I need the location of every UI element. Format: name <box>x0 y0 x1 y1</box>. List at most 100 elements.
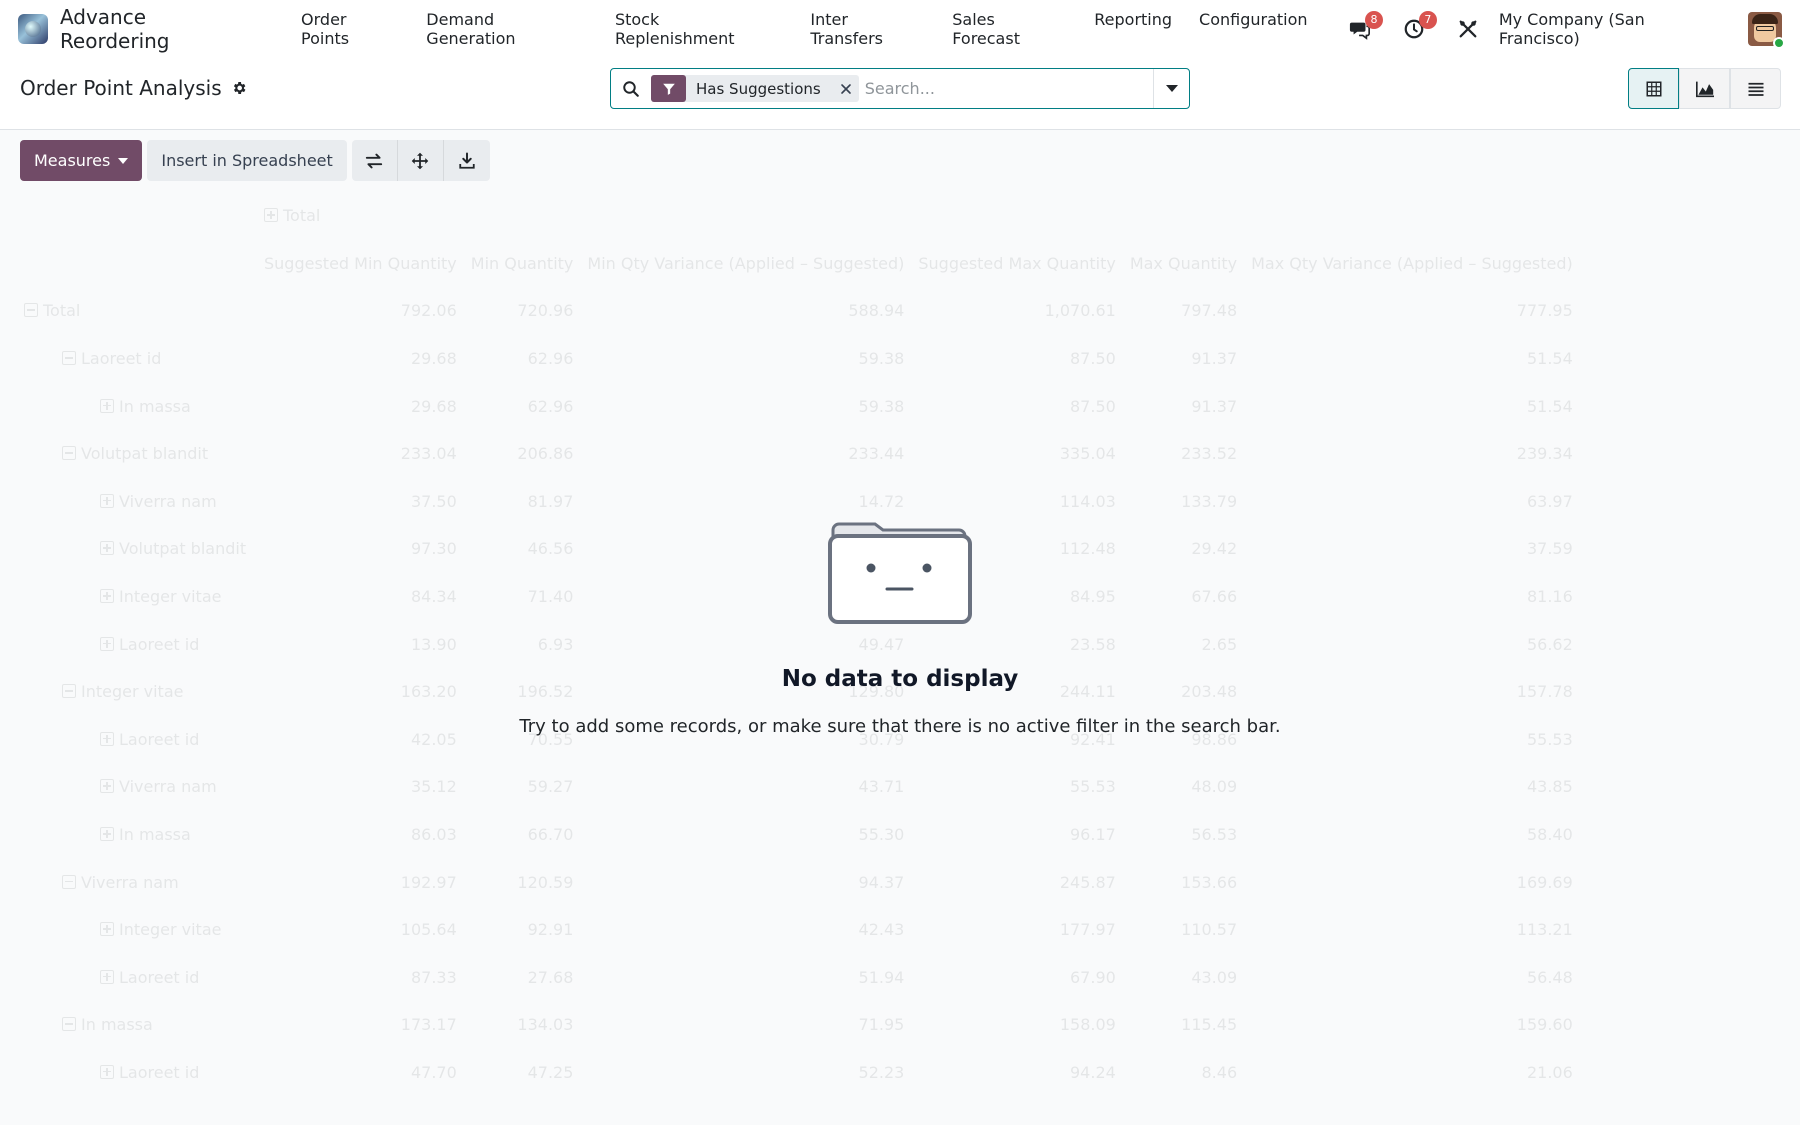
pivot-cell[interactable]: 91.37 <box>1130 335 1251 383</box>
pivot-cell[interactable]: 71.95 <box>587 1001 918 1049</box>
pivot-cell[interactable]: 233.52 <box>1130 430 1251 478</box>
pivot-cell[interactable]: 42.43 <box>587 906 918 954</box>
pivot-cell[interactable]: 51.94 <box>587 954 918 1002</box>
pivot-cell[interactable]: 51.54 <box>1251 335 1587 383</box>
pivot-cell[interactable]: 134.03 <box>471 1001 588 1049</box>
pivot-cell[interactable]: 56.48 <box>1251 954 1587 1002</box>
measure-header[interactable]: Suggested Max Quantity <box>918 240 1129 288</box>
pivot-cell[interactable]: 55.53 <box>918 763 1129 811</box>
measure-header[interactable]: Suggested Min Quantity <box>264 240 471 288</box>
pivot-cell[interactable]: 66.70 <box>471 811 588 859</box>
pivot-cell[interactable]: 105.64 <box>264 906 471 954</box>
pivot-cell[interactable]: 206.86 <box>471 430 588 478</box>
pivot-cell[interactable]: 245.87 <box>918 858 1129 906</box>
pivot-cell[interactable]: 96.17 <box>918 811 1129 859</box>
row-header[interactable]: In massa <box>20 1001 264 1049</box>
pivot-cell[interactable]: 62.96 <box>471 382 588 430</box>
menu-inter-transfers[interactable]: Inter Transfers <box>797 10 939 48</box>
pivot-cell[interactable]: 113.21 <box>1251 906 1587 954</box>
pivot-cell[interactable]: 67.90 <box>918 954 1129 1002</box>
company-switcher[interactable]: My Company (San Francisco) <box>1499 10 1730 48</box>
pivot-cell[interactable]: 43.09 <box>1130 954 1251 1002</box>
app-logo-icon[interactable] <box>18 14 48 44</box>
measure-header[interactable]: Max Qty Variance (Applied – Suggested) <box>1251 240 1587 288</box>
pivot-cell[interactable]: 52.23 <box>587 1049 918 1097</box>
pivot-cell[interactable]: 58.40 <box>1251 811 1587 859</box>
pivot-cell[interactable]: 120.59 <box>471 858 588 906</box>
pivot-cell[interactable]: 177.97 <box>918 906 1129 954</box>
app-name[interactable]: Advance Reordering <box>60 5 262 53</box>
pivot-cell[interactable]: 94.24 <box>918 1049 1129 1097</box>
measure-header[interactable]: Max Quantity <box>1130 240 1251 288</box>
pivot-cell[interactable]: 173.17 <box>264 1001 471 1049</box>
pivot-cell[interactable]: 797.48 <box>1130 287 1251 335</box>
pivot-cell[interactable]: 239.34 <box>1251 430 1587 478</box>
pivot-cell[interactable]: 55.30 <box>587 811 918 859</box>
pivot-cell[interactable]: 59.38 <box>587 382 918 430</box>
pivot-cell[interactable]: 94.37 <box>587 858 918 906</box>
activities-button[interactable]: 7 <box>1399 11 1437 44</box>
pivot-cell[interactable]: 56.53 <box>1130 811 1251 859</box>
pivot-cell[interactable]: 233.44 <box>587 430 918 478</box>
close-icon[interactable] <box>833 83 859 95</box>
row-header[interactable]: Laoreet id <box>20 954 264 1002</box>
messages-button[interactable]: 8 <box>1345 11 1383 44</box>
menu-configuration[interactable]: Configuration <box>1186 10 1322 48</box>
pivot-cell[interactable]: 233.04 <box>264 430 471 478</box>
pivot-cell[interactable]: 47.25 <box>471 1049 588 1097</box>
expand-all-button[interactable] <box>397 140 444 181</box>
pivot-cell[interactable]: 91.37 <box>1130 382 1251 430</box>
gear-icon[interactable] <box>231 80 247 96</box>
pivot-cell[interactable]: 43.85 <box>1251 763 1587 811</box>
pivot-cell[interactable]: 8.46 <box>1130 1049 1251 1097</box>
pivot-cell[interactable]: 159.60 <box>1251 1001 1587 1049</box>
row-header[interactable]: In massa <box>20 382 264 430</box>
pivot-cell[interactable]: 792.06 <box>264 287 471 335</box>
pivot-cell[interactable]: 21.06 <box>1251 1049 1587 1097</box>
menu-order-points[interactable]: Order Points <box>288 10 413 48</box>
search-input[interactable] <box>864 69 1153 108</box>
pivot-cell[interactable]: 62.96 <box>471 335 588 383</box>
user-avatar[interactable] <box>1748 12 1786 49</box>
pivot-cell[interactable]: 110.57 <box>1130 906 1251 954</box>
measures-button[interactable]: Measures <box>20 140 143 181</box>
pivot-cell[interactable]: 29.68 <box>264 335 471 383</box>
pivot-cell[interactable]: 335.04 <box>918 430 1129 478</box>
row-header[interactable]: Laoreet id <box>20 335 264 383</box>
row-header[interactable]: Total <box>20 287 264 335</box>
pivot-cell[interactable]: 192.97 <box>264 858 471 906</box>
pivot-cell[interactable]: 48.09 <box>1130 763 1251 811</box>
row-header[interactable]: Integer vitae <box>20 906 264 954</box>
menu-reporting[interactable]: Reporting <box>1081 10 1186 48</box>
row-header[interactable]: Viverra nam <box>20 858 264 906</box>
download-button[interactable] <box>443 140 490 181</box>
row-header[interactable]: Volutpat blandit <box>20 430 264 478</box>
measure-header[interactable]: Min Quantity <box>471 240 588 288</box>
pivot-cell[interactable]: 1,070.61 <box>918 287 1129 335</box>
insert-spreadsheet-button[interactable]: Insert in Spreadsheet <box>147 140 347 181</box>
list-view-button[interactable] <box>1730 68 1781 109</box>
flip-axis-button[interactable] <box>351 140 398 181</box>
row-header[interactable]: Laoreet id <box>20 1049 264 1097</box>
measure-header[interactable]: Min Qty Variance (Applied – Suggested) <box>587 240 918 288</box>
pivot-cell[interactable]: 92.91 <box>471 906 588 954</box>
debug-tools-button[interactable] <box>1453 14 1483 44</box>
graph-view-button[interactable] <box>1679 68 1730 109</box>
search-icon[interactable] <box>611 80 651 98</box>
pivot-cell[interactable]: 43.71 <box>587 763 918 811</box>
pivot-cell[interactable]: 86.03 <box>264 811 471 859</box>
pivot-cell[interactable]: 87.33 <box>264 954 471 1002</box>
row-header[interactable]: In massa <box>20 811 264 859</box>
pivot-cell[interactable]: 158.09 <box>918 1001 1129 1049</box>
pivot-cell[interactable]: 115.45 <box>1130 1001 1251 1049</box>
pivot-cell[interactable]: 777.95 <box>1251 287 1587 335</box>
search-options-toggle[interactable] <box>1153 69 1189 108</box>
pivot-cell[interactable]: 87.50 <box>918 335 1129 383</box>
pivot-cell[interactable]: 87.50 <box>918 382 1129 430</box>
pivot-cell[interactable]: 29.68 <box>264 382 471 430</box>
pivot-cell[interactable]: 59.27 <box>471 763 588 811</box>
pivot-cell[interactable]: 35.12 <box>264 763 471 811</box>
menu-stock-replenishment[interactable]: Stock Replenishment <box>601 10 796 48</box>
pivot-cell[interactable]: 720.96 <box>471 287 588 335</box>
pivot-cell[interactable]: 51.54 <box>1251 382 1587 430</box>
